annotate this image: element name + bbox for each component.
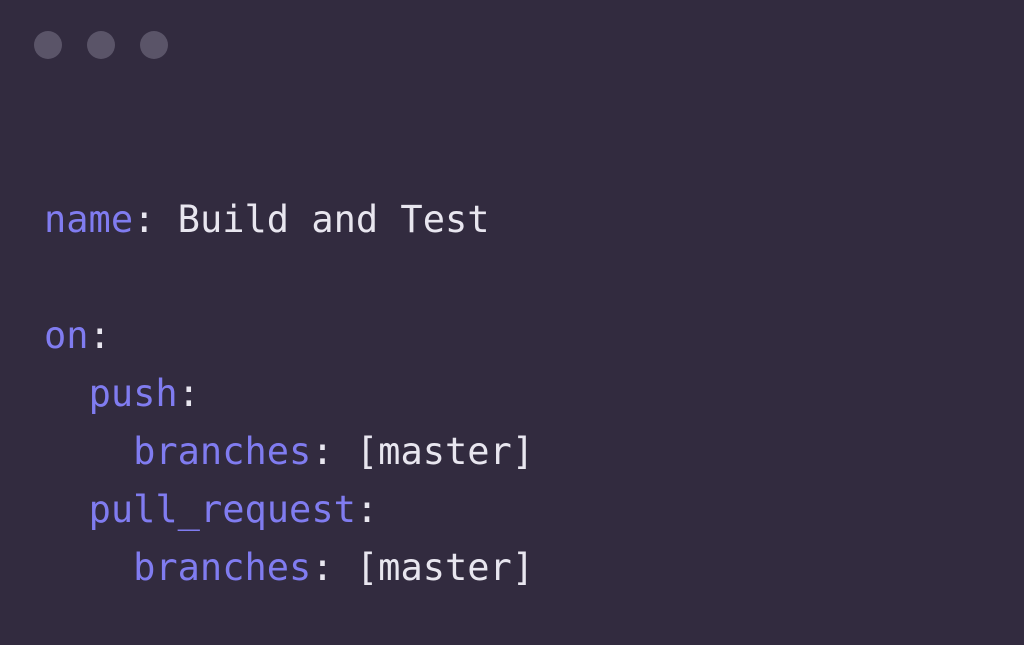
yaml-colon: :: [177, 372, 200, 415]
code-line: pull_request:: [44, 481, 534, 539]
title-bar: [0, 0, 1024, 90]
code-line: on:: [44, 307, 534, 365]
yaml-colon: :: [311, 546, 334, 589]
yaml-colon: :: [355, 488, 379, 531]
yaml-colon: :: [88, 314, 111, 357]
code-line: branches: [master]: [44, 539, 534, 597]
yaml-space: [334, 546, 356, 589]
yaml-key: on: [44, 314, 89, 357]
yaml-key: push: [88, 372, 178, 415]
yaml-key: branches: [133, 546, 312, 589]
editor-window: name: Build and Test on: push: branches:…: [0, 0, 1024, 645]
code-line: branches: [master]: [44, 423, 534, 481]
close-button[interactable]: [34, 31, 62, 59]
yaml-key: pull_request: [88, 488, 356, 531]
maximize-button[interactable]: [140, 31, 168, 59]
yaml-key: name: [44, 198, 134, 241]
yaml-value: [master]: [355, 430, 535, 473]
code-line: name: Build and Test: [44, 191, 534, 249]
code-line: push:: [44, 365, 534, 423]
yaml-value: Build and Test: [177, 198, 490, 241]
yaml-space: [334, 430, 356, 473]
yaml-colon: :: [133, 198, 156, 241]
yaml-key: branches: [133, 430, 312, 473]
yaml-value: [master]: [355, 546, 535, 589]
yaml-space: [155, 198, 177, 241]
window-controls: [34, 31, 168, 59]
minimize-button[interactable]: [87, 31, 115, 59]
code-content[interactable]: name: Build and Test on: push: branches:…: [44, 191, 534, 597]
code-editor-area[interactable]: name: Build and Test on: push: branches:…: [0, 90, 1024, 645]
yaml-colon: :: [311, 430, 334, 473]
